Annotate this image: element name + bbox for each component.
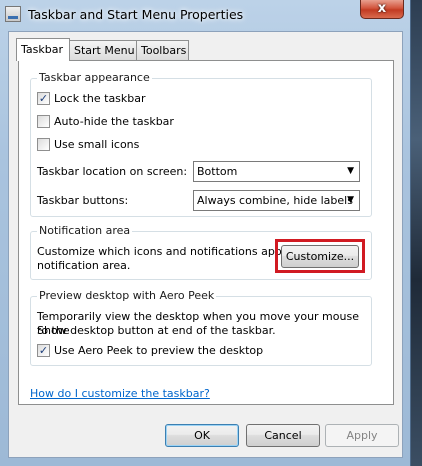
small-icons-checkbox[interactable]: [37, 138, 50, 151]
chevron-down-icon: ▼: [347, 166, 354, 176]
close-button[interactable]: x: [360, 0, 404, 19]
window-app-icon: [5, 6, 21, 22]
taskbar-appearance-title: Taskbar appearance: [37, 71, 152, 84]
auto-hide-row[interactable]: Auto-hide the taskbar: [37, 115, 174, 128]
aero-peek-title: Preview desktop with Aero Peek: [37, 289, 217, 302]
notification-description-line2: notification area.: [37, 259, 131, 272]
lock-taskbar-row[interactable]: ✓ Lock the taskbar: [37, 92, 146, 105]
aero-peek-group: Preview desktop with Aero Peek Temporari…: [30, 289, 372, 366]
tab-start-menu[interactable]: Start Menu: [69, 40, 137, 60]
taskbar-appearance-group: Taskbar appearance ✓ Lock the taskbar Au…: [30, 71, 372, 217]
dialog-client-area: Taskbar Start Menu Toolbars Taskbar appe…: [8, 31, 403, 458]
window-title: Taskbar and Start Menu Properties: [28, 7, 244, 22]
cancel-button[interactable]: Cancel: [246, 424, 320, 447]
taskbar-location-value: Bottom: [197, 165, 238, 178]
aero-peek-description-line2: Show desktop button at end of the taskba…: [37, 324, 276, 337]
title-bar[interactable]: Taskbar and Start Menu Properties x: [0, 0, 410, 30]
aero-peek-row[interactable]: ✓ Use Aero Peek to preview the desktop: [37, 344, 263, 357]
auto-hide-checkbox[interactable]: [37, 115, 50, 128]
properties-window: Taskbar and Start Menu Properties x Task…: [0, 0, 411, 466]
chevron-down-icon: ▼: [347, 195, 354, 205]
aero-peek-checkbox[interactable]: ✓: [37, 344, 50, 357]
taskbar-location-label: Taskbar location on screen:: [37, 165, 188, 178]
desktop-background: [410, 0, 422, 466]
auto-hide-label: Auto-hide the taskbar: [54, 115, 174, 128]
lock-taskbar-checkbox[interactable]: ✓: [37, 92, 50, 105]
aero-peek-label: Use Aero Peek to preview the desktop: [54, 344, 264, 357]
small-icons-label: Use small icons: [54, 138, 140, 151]
help-link[interactable]: How do I customize the taskbar?: [30, 387, 210, 400]
small-icons-row[interactable]: Use small icons: [37, 138, 139, 151]
taskbar-location-dropdown[interactable]: Bottom ▼: [193, 161, 360, 182]
taskbar-buttons-label: Taskbar buttons:: [37, 194, 129, 207]
ok-button[interactable]: OK: [165, 424, 239, 447]
tab-toolbars[interactable]: Toolbars: [136, 40, 189, 60]
apply-button[interactable]: Apply: [325, 424, 399, 447]
tab-taskbar[interactable]: Taskbar: [16, 38, 70, 61]
customize-button[interactable]: Customize...: [281, 245, 359, 268]
notification-area-title: Notification area: [37, 224, 133, 237]
taskbar-buttons-value: Always combine, hide labels: [197, 194, 353, 207]
taskbar-buttons-dropdown[interactable]: Always combine, hide labels ▼: [193, 190, 360, 211]
lock-taskbar-label: Lock the taskbar: [54, 92, 146, 105]
taskbar-tab-panel: Taskbar appearance ✓ Lock the taskbar Au…: [18, 60, 394, 405]
